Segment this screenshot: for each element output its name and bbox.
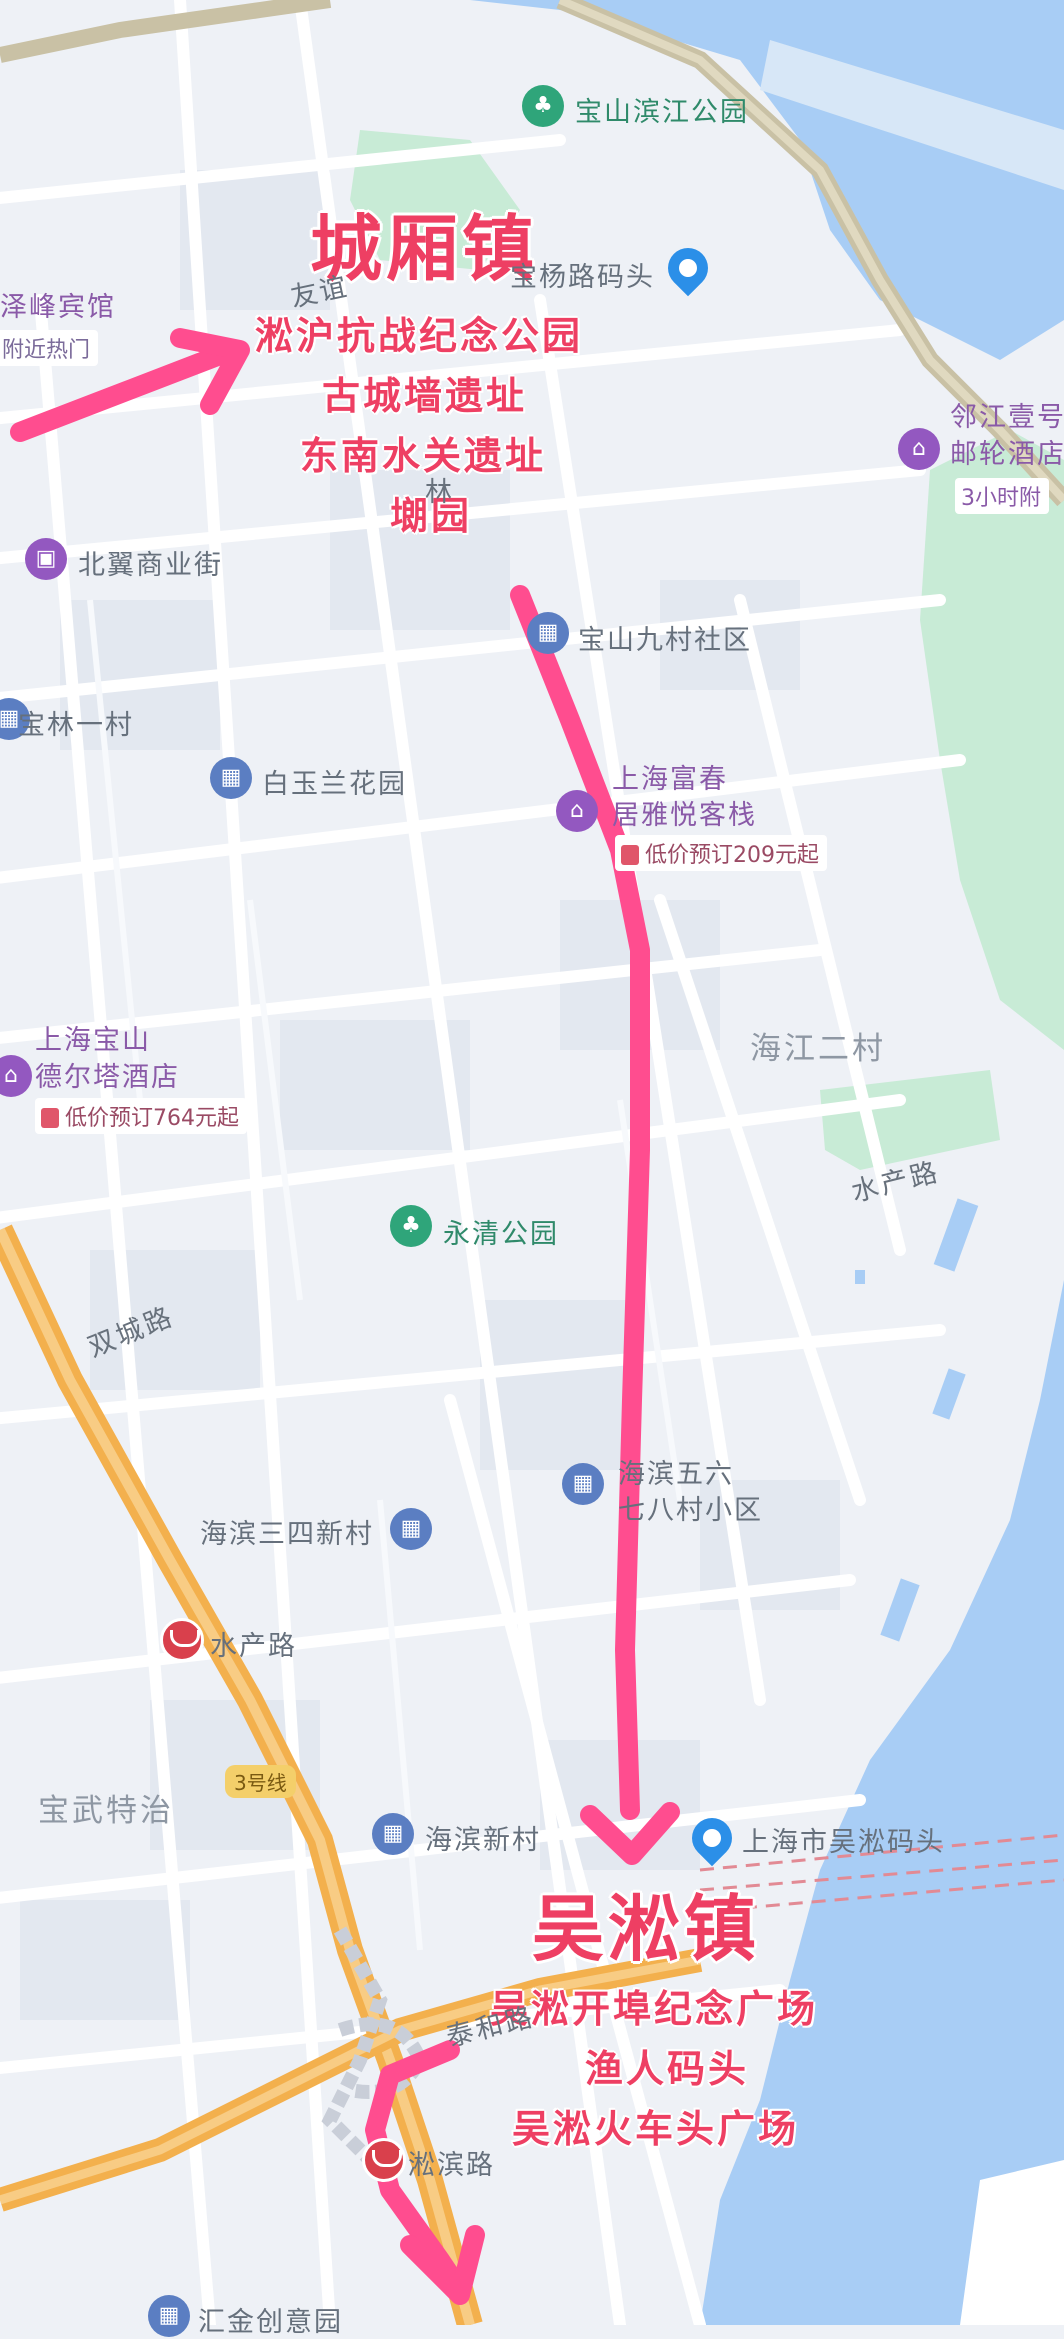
metro-station-label[interactable]: 淞滨路 (408, 2143, 495, 2182)
poi-label[interactable]: 北翼商业街 (78, 543, 223, 582)
poi-label[interactable]: 海滨五六 (618, 1452, 734, 1491)
park-icon[interactable]: ♣ (522, 85, 564, 127)
hotel-label[interactable]: 居雅悦客栈 (612, 793, 757, 832)
community-icon[interactable]: ▦ (210, 757, 252, 799)
price-tag-icon (621, 845, 639, 865)
metro-icon[interactable] (362, 2138, 406, 2182)
price-tag-icon (41, 1108, 59, 1128)
hotel-label[interactable]: 邻江壹号 (950, 395, 1064, 434)
poi-label[interactable]: 宝杨路码头 (510, 255, 655, 294)
sight-label: 吴淞开埠纪念广场 (490, 1987, 819, 2031)
metro-line-badge: 3号线 (225, 1765, 296, 1798)
poi-label[interactable]: 汇金创意园 (198, 2300, 343, 2339)
poi-label[interactable]: 海滨新村 (425, 1818, 541, 1857)
sight-label: 淞沪抗战纪念公园 (255, 314, 584, 358)
hotel-note: 附近热门 (0, 330, 99, 366)
hotel-note: 3小时附 (955, 478, 1049, 514)
park-icon[interactable]: ♣ (390, 1205, 432, 1247)
price-text: 低价预订209元起 (645, 843, 819, 868)
hotel-price: 低价预订764元起 (35, 1098, 247, 1134)
poi-label[interactable]: 永清公园 (443, 1212, 559, 1251)
shopping-icon[interactable]: ▣ (25, 538, 67, 580)
community-icon[interactable]: ▦ (372, 1813, 414, 1855)
poi-label[interactable]: 白玉兰花园 (262, 762, 407, 801)
community-icon[interactable]: ▦ (148, 2295, 190, 2337)
hotel-icon[interactable]: ⌂ (556, 790, 598, 832)
poi-label[interactable]: 宝山九村社区 (578, 618, 752, 657)
hotel-label[interactable]: 德尔塔酒店 (35, 1055, 180, 1094)
area-label: 海江二村 (750, 1031, 886, 1067)
poi-label[interactable]: 宝山滨江公园 (575, 90, 749, 129)
hotel-label[interactable]: 上海富春 (612, 757, 728, 796)
hotel-label[interactable]: 上海宝山 (35, 1018, 151, 1057)
area-label: 宝武特治 (38, 1793, 174, 1829)
hotel-label[interactable]: 泽峰宾馆 (0, 285, 116, 324)
hotel-label[interactable]: 邮轮酒店 (950, 432, 1064, 471)
poi-label[interactable]: 宝林一村 (18, 703, 134, 742)
hotel-icon[interactable]: ⌂ (898, 428, 940, 470)
hotel-price: 低价预订209元起 (615, 835, 827, 871)
town-name-south: 吴淞镇 (532, 1887, 761, 1971)
sight-label: 东南水关遗址 (300, 434, 547, 478)
poi-label[interactable]: 上海市吴淞码头 (742, 1820, 945, 1859)
road-label: 林 (425, 477, 455, 508)
community-icon[interactable]: ▦ (527, 612, 569, 654)
community-icon[interactable]: ▦ (390, 1508, 432, 1550)
sight-label: 古城墙遗址 (322, 374, 528, 418)
sight-label: 渔人码头 (585, 2047, 750, 2091)
metro-station-label[interactable]: 水产路 (210, 1624, 297, 1663)
metro-icon[interactable] (160, 1618, 204, 1662)
sight-label: 吴淞火车头广场 (512, 2107, 800, 2151)
poi-label[interactable]: 海滨三四新村 (200, 1512, 374, 1551)
price-text: 低价预订764元起 (65, 1106, 239, 1131)
community-icon[interactable]: ▦ (562, 1463, 604, 1505)
poi-label[interactable]: 七八村小区 (618, 1488, 763, 1527)
